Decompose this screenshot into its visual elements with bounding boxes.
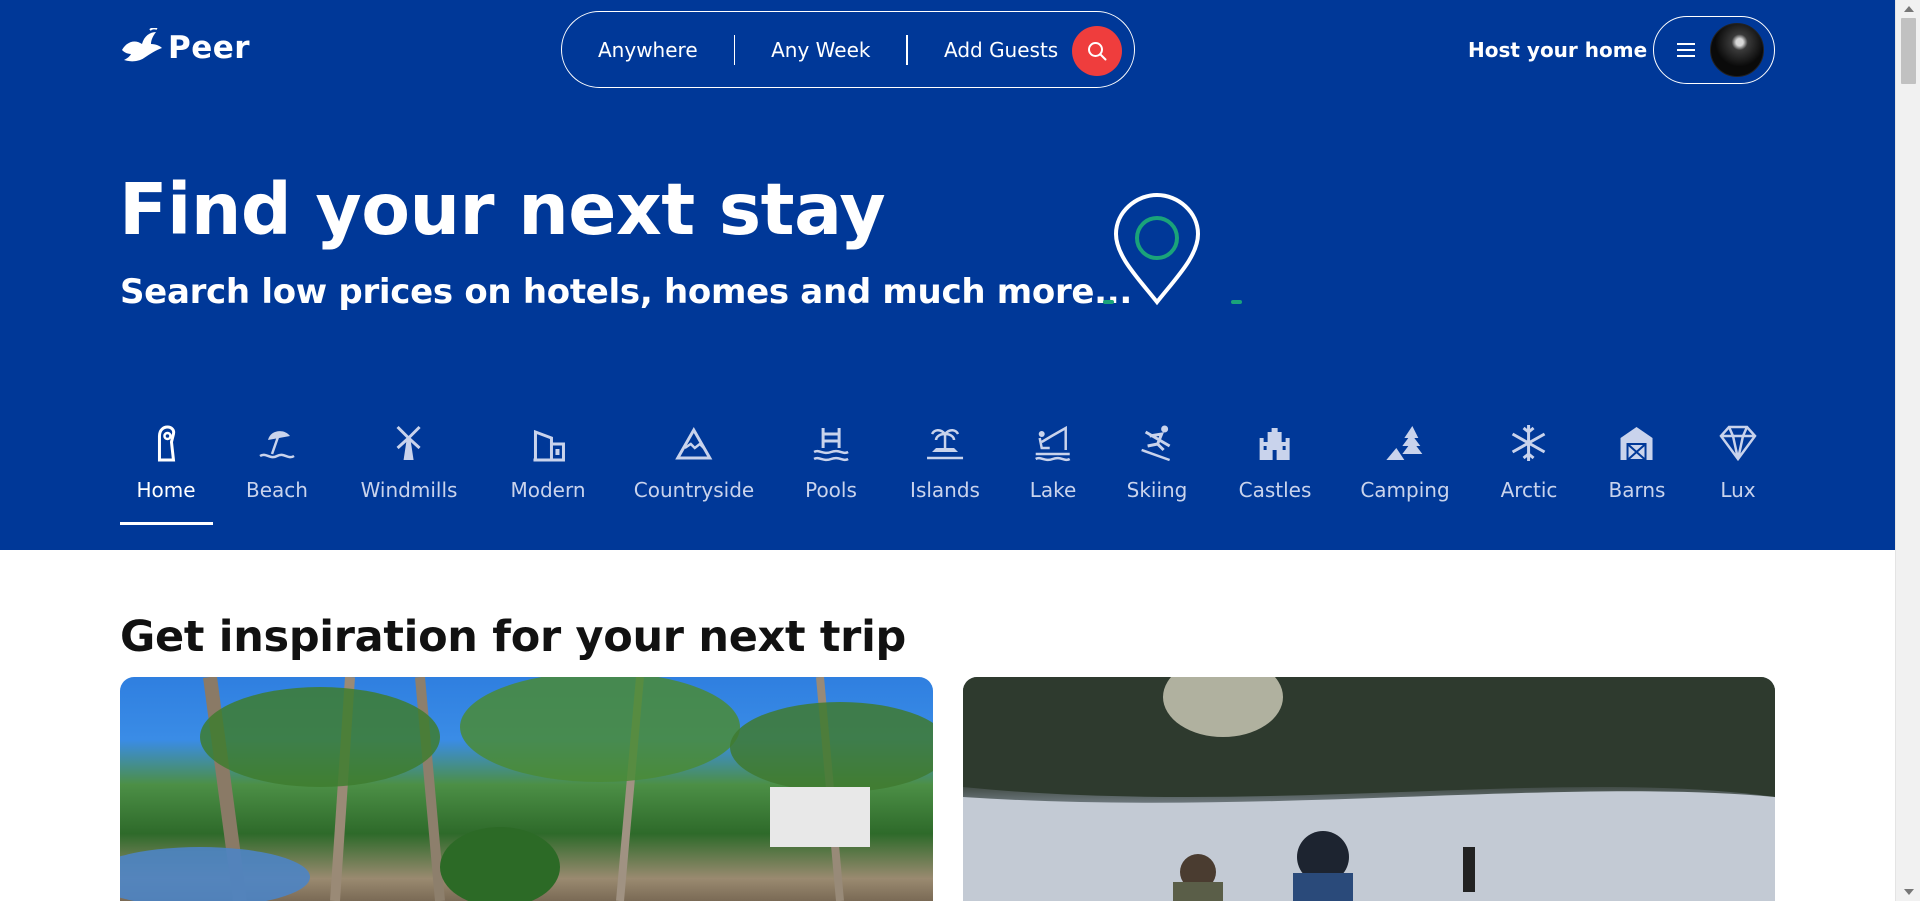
category-label: Skiing: [1126, 478, 1188, 502]
castle-icon: [1259, 428, 1290, 460]
category-windmills[interactable]: Windmills: [360, 422, 458, 502]
fishing-icon: [1035, 425, 1071, 462]
category-skiing[interactable]: Skiing: [1126, 422, 1188, 502]
category-label: Beach: [246, 478, 308, 502]
category-modern[interactable]: Modern: [510, 422, 586, 502]
windmill-icon: [396, 425, 422, 460]
user-menu-button[interactable]: [1653, 16, 1775, 84]
pool-icon: [813, 428, 849, 462]
category-label: Castles: [1238, 478, 1312, 502]
category-beach[interactable]: Beach: [246, 422, 308, 502]
scrollbar[interactable]: [1895, 0, 1920, 901]
hamburger-icon: [1677, 43, 1695, 57]
search-divider: [906, 34, 908, 65]
category-label: Countryside: [633, 478, 755, 502]
category-countryside[interactable]: Countryside: [634, 422, 754, 502]
inspiration-card-skiing[interactable]: [963, 677, 1775, 901]
map-pin-icon: [1103, 192, 1242, 306]
modern-house-icon: [532, 429, 565, 462]
scroll-up-arrow[interactable]: [1904, 6, 1914, 12]
category-lux[interactable]: Lux: [1717, 422, 1759, 502]
avatar[interactable]: [1710, 23, 1764, 77]
category-label: Camping: [1360, 478, 1450, 502]
category-arctic[interactable]: Arctic: [1500, 422, 1558, 502]
beach-umbrella-icon: [259, 431, 295, 459]
category-pools[interactable]: Pools: [805, 422, 857, 502]
category-barns[interactable]: Barns: [1608, 422, 1666, 502]
tent-icon: [1385, 426, 1422, 460]
barn-icon: [1620, 427, 1653, 461]
category-label: Modern: [510, 478, 586, 502]
search-button[interactable]: [1072, 26, 1122, 76]
category-label: Barns: [1608, 478, 1666, 502]
category-label: Windmills: [360, 478, 458, 502]
beach-photo: [120, 677, 933, 901]
search-when-button[interactable]: Any Week: [771, 38, 870, 62]
category-camping[interactable]: Camping: [1360, 422, 1450, 502]
search-bar[interactable]: Anywhere Any Week Add Guests: [561, 11, 1135, 88]
category-castles[interactable]: Castles: [1238, 422, 1312, 502]
category-label: Lux: [1720, 478, 1756, 502]
brand-logo[interactable]: Peer: [120, 28, 250, 68]
search-guests-button[interactable]: Add Guests: [944, 38, 1058, 62]
scroll-down-arrow[interactable]: [1904, 889, 1914, 895]
category-label: Islands: [910, 478, 980, 502]
category-label: Pools: [805, 478, 857, 502]
skier-icon: [1141, 425, 1171, 462]
search-divider: [733, 34, 736, 65]
diamond-icon: [1719, 425, 1757, 462]
page-title: Find your next stay: [119, 168, 886, 251]
mountain-icon: [675, 426, 713, 460]
category-label: Lake: [1029, 478, 1077, 502]
door-hanger-icon: [157, 425, 175, 462]
ski-photo: [963, 677, 1775, 901]
host-your-home-link[interactable]: Host your home: [1468, 38, 1647, 62]
category-label: Home: [136, 478, 196, 502]
dove-icon: [122, 28, 162, 62]
search-where-button[interactable]: Anywhere: [598, 38, 698, 62]
category-label: Arctic: [1500, 478, 1558, 502]
category-lake[interactable]: Lake: [1029, 422, 1077, 502]
active-category-indicator: [120, 522, 213, 525]
category-islands[interactable]: Islands: [910, 422, 980, 502]
section-title: Get inspiration for your next trip: [120, 612, 906, 662]
search-icon: [1088, 42, 1107, 61]
logo-text: Peer: [168, 30, 251, 66]
category-home[interactable]: Home: [136, 422, 196, 502]
inspiration-card-beach[interactable]: [120, 677, 933, 901]
page-subtitle: Search low prices on hotels, homes and m…: [120, 272, 1133, 312]
snowflake-icon: [1512, 425, 1546, 461]
island-icon: [926, 429, 963, 460]
scrollbar-thumb[interactable]: [1901, 18, 1916, 84]
